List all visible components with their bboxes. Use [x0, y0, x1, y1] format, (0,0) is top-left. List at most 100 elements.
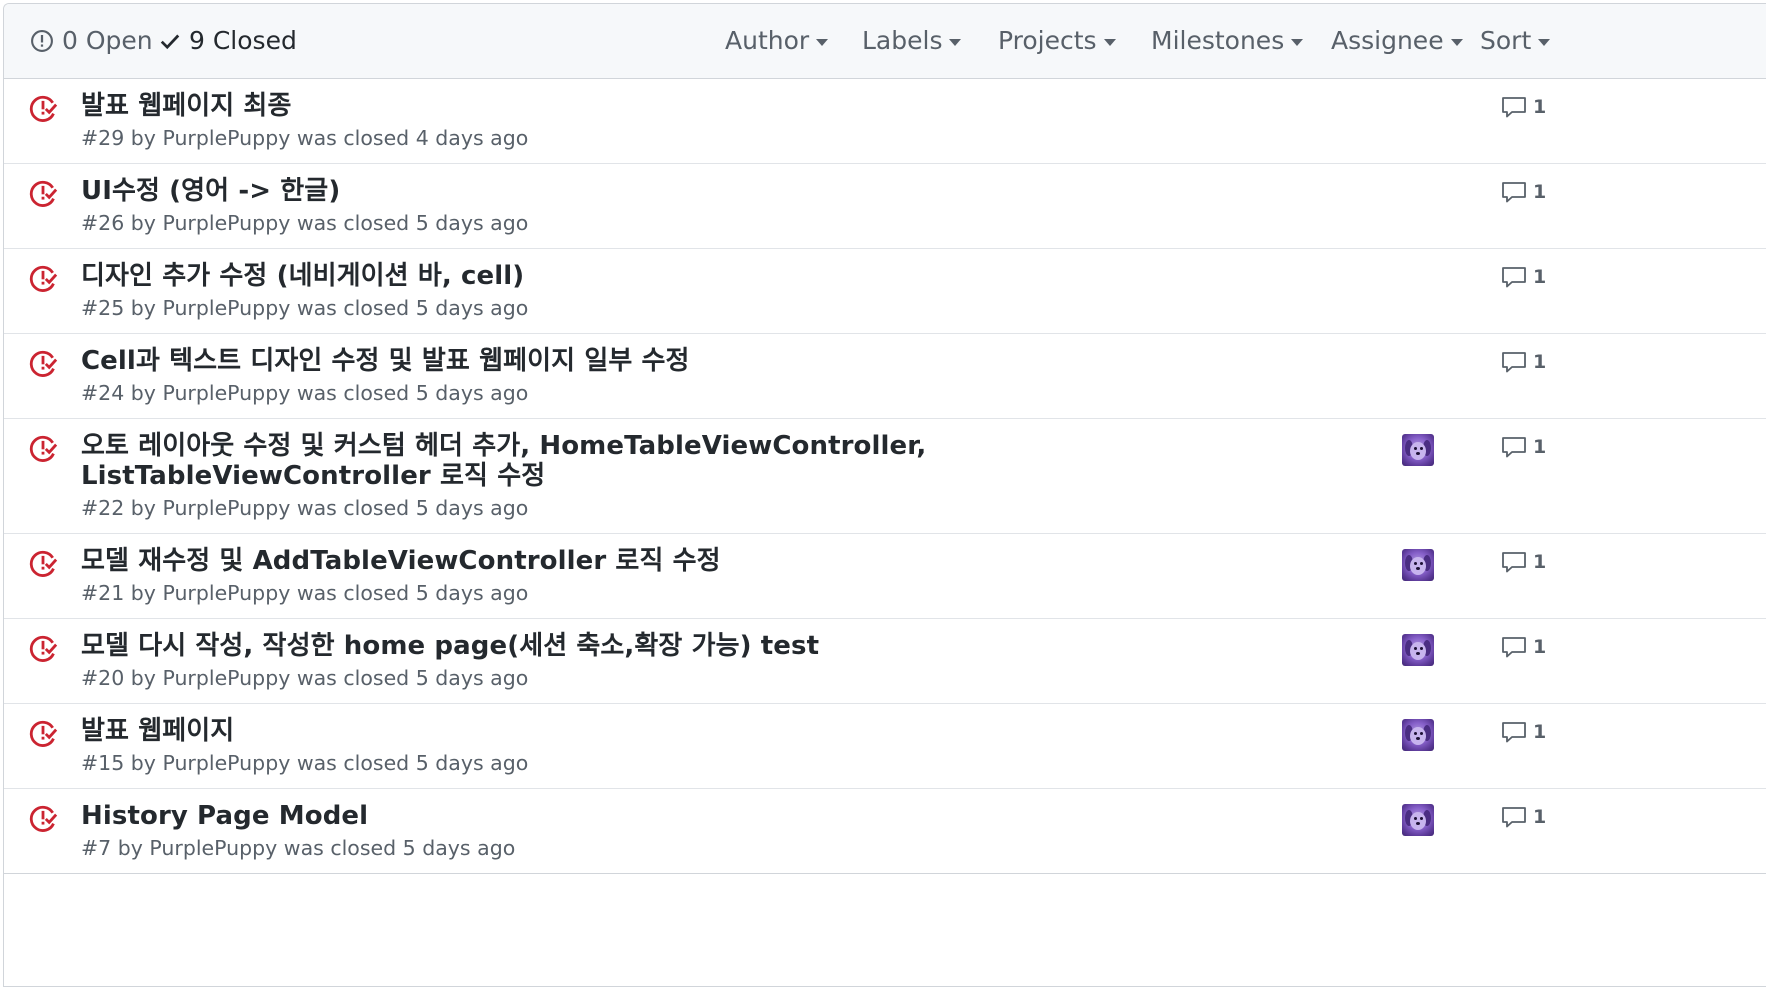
milestones-filter[interactable]: Milestones — [1151, 26, 1304, 55]
assignee-filter-label: Assignee — [1331, 26, 1444, 55]
projects-filter[interactable]: Projects — [998, 26, 1116, 55]
issue-title-link[interactable]: 발표 웹페이지 — [81, 716, 1231, 746]
author-filter[interactable]: Author — [725, 26, 829, 55]
assignee-avatar[interactable] — [1402, 719, 1434, 751]
comments-link[interactable]: 1 — [1501, 551, 1546, 573]
closed-count-label: 9 Closed — [189, 26, 297, 55]
avatar-nose — [1416, 452, 1420, 455]
issue-row: 오토 레이아웃 수정 및 커스텀 헤더 추가, HomeTableViewCon… — [4, 419, 1766, 534]
issue-row: Cell과 텍스트 디자인 수정 및 발표 웹페이지 일부 수정 #24 by … — [4, 334, 1766, 419]
issue-title-link[interactable]: 오토 레이아웃 수정 및 커스텀 헤더 추가, HomeTableViewCon… — [81, 431, 1231, 491]
issue-row: 발표 웹페이지 #15 by PurplePuppy was closed 5 … — [4, 704, 1766, 789]
issues-list-header: 0 Open 9 Closed Author Labels Projects M… — [4, 4, 1766, 79]
issue-title-link[interactable]: 디자인 추가 수정 (네비게이션 바, cell) — [81, 261, 1231, 291]
issue-row: History Page Model #7 by PurplePuppy was… — [4, 789, 1766, 874]
comments-link[interactable]: 1 — [1501, 436, 1546, 458]
comment-count: 1 — [1533, 266, 1547, 288]
avatar-face — [1410, 642, 1426, 660]
issue-opened-icon — [31, 29, 53, 52]
comment-count: 1 — [1533, 721, 1547, 743]
labels-filter[interactable]: Labels — [862, 26, 962, 55]
avatar-nose — [1416, 567, 1420, 570]
issue-closed-icon — [29, 180, 58, 207]
avatar-face — [1410, 442, 1426, 460]
caret-down-icon — [1450, 38, 1463, 46]
issue-title-link[interactable]: Cell과 텍스트 디자인 수정 및 발표 웹페이지 일부 수정 — [81, 346, 1231, 376]
milestones-filter-label: Milestones — [1151, 26, 1285, 55]
issue-meta: #26 by PurplePuppy was closed 5 days ago — [81, 211, 529, 235]
caret-down-icon — [1291, 38, 1304, 46]
issue-meta: #15 by PurplePuppy was closed 5 days ago — [81, 751, 529, 775]
check-icon — [160, 34, 180, 49]
issues-list-box: 0 Open 9 Closed Author Labels Projects M… — [3, 3, 1766, 987]
comments-link[interactable]: 1 — [1501, 806, 1546, 828]
avatar-face — [1410, 557, 1426, 575]
issue-closed-icon — [29, 265, 58, 292]
issue-meta: #24 by PurplePuppy was closed 5 days ago — [81, 381, 529, 405]
comment-count: 1 — [1533, 351, 1547, 373]
avatar-face — [1410, 812, 1426, 830]
comments-link[interactable]: 1 — [1501, 351, 1546, 373]
issue-meta: #29 by PurplePuppy was closed 4 days ago — [81, 126, 529, 150]
avatar-eye — [1420, 817, 1423, 820]
comment-icon — [1502, 267, 1526, 288]
assignee-avatar[interactable] — [1402, 804, 1434, 836]
issue-meta: #21 by PurplePuppy was closed 5 days ago — [81, 581, 529, 605]
issue-closed-icon — [29, 435, 58, 462]
caret-down-icon — [816, 38, 829, 46]
issue-row: 발표 웹페이지 최종 #29 by PurplePuppy was closed… — [4, 79, 1766, 164]
comment-icon — [1502, 637, 1526, 658]
avatar-eye — [1420, 647, 1423, 650]
comment-count: 1 — [1533, 636, 1547, 658]
comment-count: 1 — [1533, 551, 1547, 573]
issue-closed-icon — [29, 720, 58, 747]
avatar-eye — [1420, 447, 1423, 450]
avatar-eye — [1420, 732, 1423, 735]
issue-row: 디자인 추가 수정 (네비게이션 바, cell) #25 by PurpleP… — [4, 249, 1766, 334]
comment-count: 1 — [1533, 96, 1547, 118]
projects-filter-label: Projects — [998, 26, 1097, 55]
comment-count: 1 — [1533, 181, 1547, 203]
caret-down-icon — [1538, 38, 1551, 46]
issue-title-link[interactable]: History Page Model — [81, 801, 1231, 831]
comments-link[interactable]: 1 — [1501, 96, 1546, 118]
open-count-label: 0 Open — [62, 26, 153, 55]
comment-count: 1 — [1533, 806, 1547, 828]
issue-title-link[interactable]: 모델 재수정 및 AddTableViewController 로직 수정 — [81, 546, 1231, 576]
avatar-nose — [1416, 652, 1420, 655]
comment-icon — [1502, 552, 1526, 573]
issue-meta: #7 by PurplePuppy was closed 5 days ago — [81, 836, 516, 860]
issue-row: 모델 다시 작성, 작성한 home page(세션 축소,확장 가능) tes… — [4, 619, 1766, 704]
avatar-nose — [1416, 737, 1420, 740]
issue-title-link[interactable]: UI수정 (영어 -> 한글) — [81, 176, 1231, 206]
caret-down-icon — [949, 38, 962, 46]
comment-count: 1 — [1533, 436, 1547, 458]
avatar-eye — [1414, 817, 1417, 820]
comments-link[interactable]: 1 — [1501, 181, 1546, 203]
issue-title-link[interactable]: 모델 다시 작성, 작성한 home page(세션 축소,확장 가능) tes… — [81, 631, 1231, 661]
author-filter-label: Author — [725, 26, 810, 55]
issue-closed-icon — [29, 550, 58, 577]
open-issues-link[interactable]: 0 Open — [30, 26, 153, 55]
comment-icon — [1502, 97, 1526, 118]
comments-link[interactable]: 1 — [1501, 636, 1546, 658]
issue-closed-icon — [29, 350, 58, 377]
comment-icon — [1502, 722, 1526, 743]
issue-meta: #22 by PurplePuppy was closed 5 days ago — [81, 496, 529, 520]
avatar-nose — [1416, 822, 1420, 825]
issue-row: UI수정 (영어 -> 한글) #26 by PurplePuppy was c… — [4, 164, 1766, 249]
assignee-avatar[interactable] — [1402, 634, 1434, 666]
assignee-avatar[interactable] — [1402, 434, 1434, 466]
comment-icon — [1502, 182, 1526, 203]
comments-link[interactable]: 1 — [1501, 721, 1546, 743]
issue-closed-icon — [29, 95, 58, 122]
assignee-avatar[interactable] — [1402, 549, 1434, 581]
issue-title-link[interactable]: 발표 웹페이지 최종 — [81, 91, 1231, 121]
closed-issues-link[interactable]: 9 Closed — [159, 26, 297, 55]
labels-filter-label: Labels — [862, 26, 943, 55]
issue-closed-icon — [29, 805, 58, 832]
comments-link[interactable]: 1 — [1501, 266, 1546, 288]
issue-meta: #25 by PurplePuppy was closed 5 days ago — [81, 296, 529, 320]
sort-filter[interactable]: Sort — [1480, 26, 1551, 55]
assignee-filter[interactable]: Assignee — [1331, 26, 1463, 55]
